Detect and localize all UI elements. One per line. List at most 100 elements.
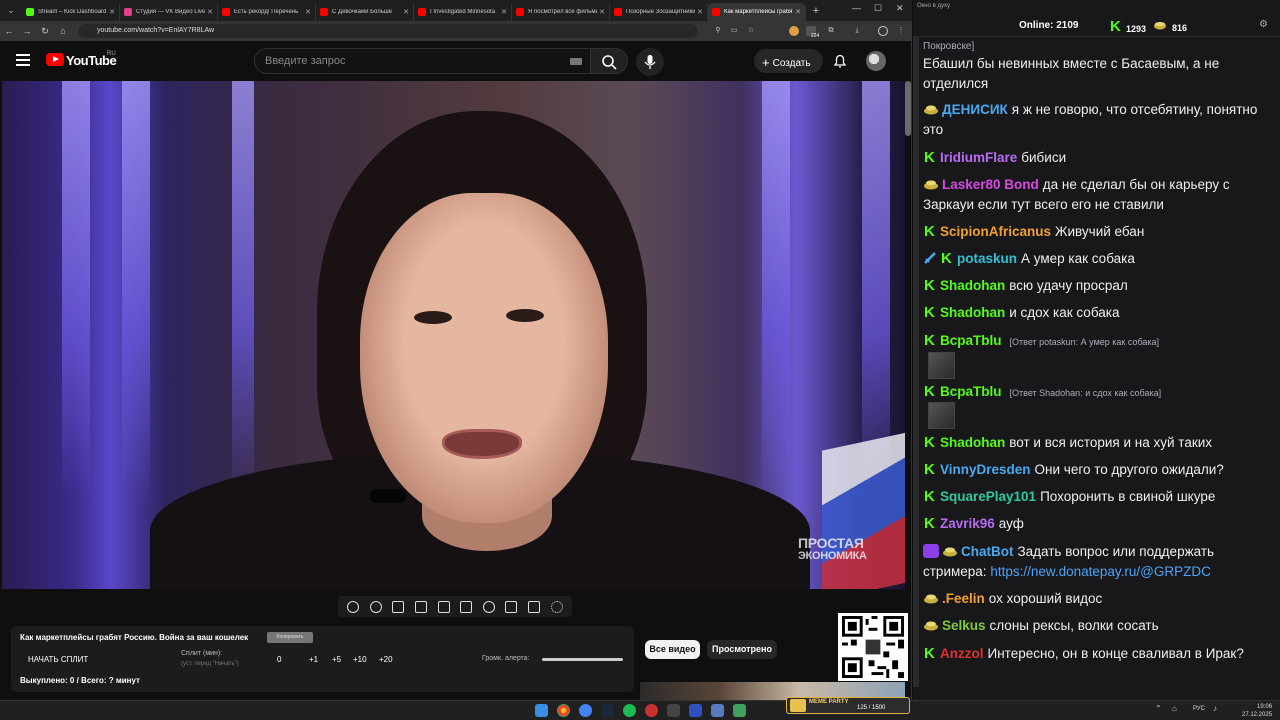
chat-username[interactable]: Zavrik96 (940, 516, 995, 531)
chat-username[interactable]: Lasker80 Bond (942, 177, 1039, 192)
extensions-puzzle-icon[interactable]: ⧉ (826, 26, 836, 36)
chat-username[interactable]: BcpaTblu (940, 333, 1002, 348)
chat-username[interactable]: Shadohan (940, 305, 1005, 320)
tab-search-icon[interactable]: ⌄ (0, 0, 22, 21)
add-clip-icon[interactable] (505, 600, 518, 613)
add-10-button[interactable]: +10 (353, 655, 367, 664)
cast-icon[interactable]: ▭ (729, 26, 739, 36)
volume-icon[interactable]: ♪ (1213, 704, 1223, 717)
close-tab-icon[interactable]: ✕ (697, 8, 703, 16)
close-tab-icon[interactable]: ✕ (403, 8, 409, 16)
copy-button[interactable]: Копировать (267, 632, 313, 643)
bookmark-star-icon[interactable]: ☆ (746, 26, 756, 36)
alert-volume-slider[interactable] (542, 658, 623, 661)
tab-1[interactable]: Студия — VK Видео Live ✕ (120, 3, 218, 21)
filmstrip-icon[interactable] (460, 600, 473, 613)
add-1-button[interactable]: +1 (309, 655, 318, 664)
search-input[interactable]: Введите запрос (254, 48, 591, 74)
page-scrollbar[interactable] (905, 81, 911, 136)
voice-search-button[interactable] (636, 48, 664, 76)
app-icon[interactable] (667, 704, 680, 717)
tab-5[interactable]: Я посмотрел все фильмы ✕ (512, 3, 610, 21)
filter-watched[interactable]: Просмотрено (707, 640, 777, 659)
reload-icon[interactable]: ↻ (36, 26, 54, 37)
picture-in-picture-icon[interactable] (437, 600, 450, 613)
chat-username[interactable]: Selkus (942, 618, 986, 633)
chat-username[interactable]: ChatBot (961, 544, 1014, 559)
watch-later-icon[interactable] (392, 600, 405, 613)
chat-username[interactable]: ДЕНИСИК (942, 102, 1008, 117)
loop-icon[interactable] (347, 600, 360, 613)
start-windows-icon[interactable] (535, 704, 548, 717)
close-tab-icon[interactable]: ✕ (501, 8, 507, 16)
close-window-icon[interactable]: ✕ (896, 3, 904, 14)
create-button[interactable]: + Создать (754, 49, 823, 73)
settings-gear-icon[interactable] (550, 600, 563, 613)
add-5-button[interactable]: +5 (332, 655, 341, 664)
chat-username[interactable]: SquarePlay101 (940, 489, 1036, 504)
chat-username[interactable]: potaskun (957, 251, 1017, 266)
youtube-logo-icon[interactable] (46, 53, 64, 66)
chat-username[interactable]: BcpaTblu (940, 384, 1002, 399)
chrome-icon[interactable] (557, 704, 570, 717)
start-split-button[interactable]: НАЧАТЬ СПЛИТ (28, 655, 88, 664)
app-icon[interactable] (711, 704, 724, 717)
url-field[interactable]: youtube.com/watch?v=EnlAY7R8LAw (78, 24, 698, 38)
close-tab-icon[interactable]: ✕ (207, 8, 213, 16)
tab-0[interactable]: Stream – Kick Dashboard ✕ (22, 3, 120, 21)
close-tab-icon[interactable]: ✕ (109, 8, 115, 16)
tab-7-active[interactable]: Как маркетплейсы грабят ✕ (708, 3, 806, 21)
profile-icon[interactable] (878, 26, 888, 36)
tab-4[interactable]: I Investigated Minnesota ✕ (414, 3, 512, 21)
download-icon[interactable]: ⤓ (852, 26, 862, 36)
chat-username[interactable]: Shadohan (940, 278, 1005, 293)
steam-icon[interactable] (601, 704, 614, 717)
spotify-icon[interactable] (623, 704, 636, 717)
broadcast-icon[interactable] (369, 600, 382, 613)
chat-image-thumbnail[interactable] (928, 352, 955, 379)
chat-username[interactable]: IridiumFlare (940, 150, 1017, 165)
film-icon[interactable] (415, 600, 428, 613)
home-icon[interactable]: ⌂ (54, 26, 72, 36)
add-20-button[interactable]: +20 (379, 655, 393, 664)
chat-username[interactable]: .Feelin (942, 591, 985, 606)
screenshot-camera-icon[interactable] (528, 600, 541, 613)
video-player[interactable]: ПРОСТАЯ ЭКОНОМИКА (2, 81, 905, 589)
network-icon[interactable]: ⌂ (1172, 704, 1182, 717)
chat-image-thumbnail[interactable] (928, 402, 955, 429)
input-language[interactable]: РУС (1193, 706, 1205, 712)
close-tab-icon[interactable]: ✕ (305, 8, 311, 16)
meme-party-widget[interactable]: MEME PARTY 125 / 1500 (786, 697, 910, 714)
close-tab-icon[interactable]: ✕ (599, 8, 605, 16)
app-icon[interactable] (645, 704, 658, 717)
filter-all-videos[interactable]: Все видео (645, 640, 700, 659)
speed-gauge-icon[interactable] (482, 600, 495, 613)
chat-settings-icon[interactable]: ⚙ (1259, 19, 1268, 30)
chat-username[interactable]: ScipionAfricanus (940, 224, 1051, 239)
system-clock[interactable]: 19:06 27.12.2025 (1242, 703, 1272, 719)
chat-username[interactable]: VinnyDresden (940, 462, 1031, 477)
tab-3[interactable]: С Девочками Больше ✕ (316, 3, 414, 21)
minimize-icon[interactable]: — (852, 3, 861, 13)
browser-menu-icon[interactable]: ⋮ (896, 26, 906, 36)
chat-scrollbar[interactable] (913, 37, 919, 687)
tab-6[interactable]: Позорные Зоозащитники ✕ (610, 3, 708, 21)
split-value[interactable]: 0 (277, 655, 281, 664)
chat-username[interactable]: Anzzol (940, 646, 984, 661)
chat-username[interactable]: Shadohan (940, 435, 1005, 450)
tab-2[interactable]: Есть рекорд! Перечень ✕ (218, 3, 316, 21)
keyboard-icon[interactable] (570, 58, 582, 65)
donate-link[interactable]: https://new.donatepay.ru/@GRPZDC (990, 564, 1211, 579)
menu-icon[interactable] (16, 54, 30, 66)
account-avatar[interactable] (866, 51, 886, 71)
telegram-icon[interactable] (579, 704, 592, 717)
forward-icon[interactable]: → (18, 26, 36, 36)
tray-chevron-icon[interactable]: ⌃ (1155, 704, 1165, 717)
new-tab-icon[interactable]: + (806, 5, 826, 17)
search-button[interactable] (590, 48, 628, 74)
extension-icon[interactable] (789, 26, 799, 36)
app-icon[interactable] (689, 704, 702, 717)
notifications-bell-icon[interactable] (832, 53, 848, 69)
zoom-icon[interactable]: ⚲ (713, 26, 723, 36)
close-tab-icon[interactable]: ✕ (795, 8, 801, 16)
